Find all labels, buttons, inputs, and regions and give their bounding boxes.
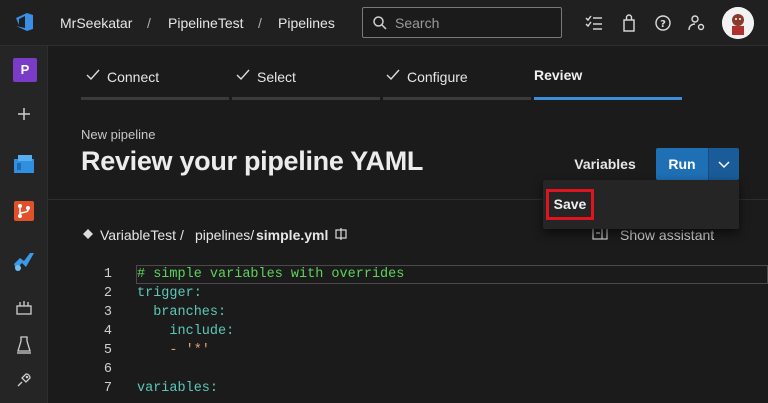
- task-list-icon[interactable]: [584, 13, 604, 33]
- step-label: Select: [257, 69, 296, 85]
- code-line: branches:: [137, 305, 227, 320]
- breadcrumb-separator: /: [147, 15, 151, 31]
- page-title: Review your pipeline YAML: [81, 146, 424, 176]
- extensions-icon[interactable]: [12, 368, 36, 392]
- step-review-bar: [534, 97, 682, 100]
- checkmark-icon: [386, 69, 400, 81]
- step-label: Connect: [107, 69, 160, 85]
- line-number: 6: [103, 362, 112, 377]
- breadcrumb-org[interactable]: MrSeekatar: [60, 15, 132, 31]
- line-number: 1: [103, 267, 112, 282]
- breadcrumb-separator: /: [258, 15, 262, 31]
- artifacts-icon[interactable]: [12, 333, 36, 357]
- rename-icon[interactable]: [334, 227, 348, 241]
- editor-line: 6: [48, 360, 768, 379]
- editor-line: 4 include:: [48, 322, 768, 341]
- step-label: Configure: [407, 69, 468, 85]
- page-subtitle: New pipeline: [81, 127, 156, 142]
- line-number: 7: [103, 381, 112, 396]
- pipelines-icon[interactable]: [12, 249, 36, 273]
- editor-line: 3 branches:: [48, 303, 768, 322]
- chevron-down-icon: [718, 161, 730, 169]
- breadcrumb-project[interactable]: PipelineTest: [168, 15, 244, 31]
- breadcrumb-pipelines[interactable]: Pipelines: [278, 15, 335, 31]
- checkmark-icon: [236, 69, 250, 81]
- azure-devops-logo-icon[interactable]: [14, 11, 36, 33]
- path-separator: /: [180, 227, 184, 243]
- test-plans-icon[interactable]: [12, 296, 36, 320]
- help-icon[interactable]: ?: [653, 13, 673, 33]
- checkmark-icon: [86, 69, 100, 81]
- run-button[interactable]: Run: [656, 148, 708, 180]
- search-input[interactable]: [395, 14, 555, 32]
- svg-text:?: ?: [660, 19, 666, 30]
- show-assistant-label: Show assistant: [620, 227, 715, 243]
- step-connect-bar: [81, 97, 229, 100]
- code-line: variables:: [137, 381, 219, 396]
- variables-button[interactable]: Variables: [560, 148, 650, 180]
- run-dropdown-menu: Save: [543, 180, 739, 229]
- left-nav: P: [0, 46, 48, 403]
- editor-line: 2 trigger:: [48, 284, 768, 303]
- save-menu-item[interactable]: Save: [546, 189, 594, 220]
- yaml-editor[interactable]: 1 # simple variables with overrides 2 tr…: [48, 262, 768, 403]
- line-number: 3: [103, 305, 112, 320]
- top-bar: MrSeekatar / PipelineTest / Pipelines ?: [0, 0, 768, 46]
- boards-icon[interactable]: [12, 151, 36, 175]
- step-configure-bar: [383, 97, 531, 100]
- editor-line: 1 # simple variables with overrides: [48, 265, 768, 284]
- editor-line: 7 variables:: [48, 379, 768, 398]
- run-dropdown-toggle[interactable]: [708, 148, 739, 180]
- search-box[interactable]: [362, 7, 562, 38]
- user-avatar[interactable]: [722, 7, 754, 39]
- editor-line: 5 - '*': [48, 341, 768, 360]
- repo-name[interactable]: VariableTest: [100, 227, 176, 243]
- code-line: - '*': [137, 343, 210, 358]
- line-number: 4: [103, 324, 112, 339]
- code-line: include:: [137, 324, 235, 339]
- user-settings-icon[interactable]: [687, 13, 707, 33]
- project-badge[interactable]: P: [13, 58, 37, 82]
- add-icon[interactable]: [12, 102, 36, 126]
- folder-path[interactable]: pipelines/: [195, 227, 254, 243]
- step-select-bar: [232, 97, 380, 100]
- line-number: 2: [103, 286, 112, 301]
- code-line: trigger:: [137, 286, 202, 301]
- code-line: # simple variables with overrides: [137, 267, 405, 282]
- file-name[interactable]: simple.yml: [256, 227, 328, 243]
- search-icon: [373, 16, 387, 30]
- shopping-bag-icon[interactable]: [619, 13, 639, 33]
- repos-icon[interactable]: [12, 199, 36, 223]
- git-branch-icon: [83, 229, 93, 239]
- step-review[interactable]: Review: [534, 67, 582, 83]
- line-number: 5: [103, 343, 112, 358]
